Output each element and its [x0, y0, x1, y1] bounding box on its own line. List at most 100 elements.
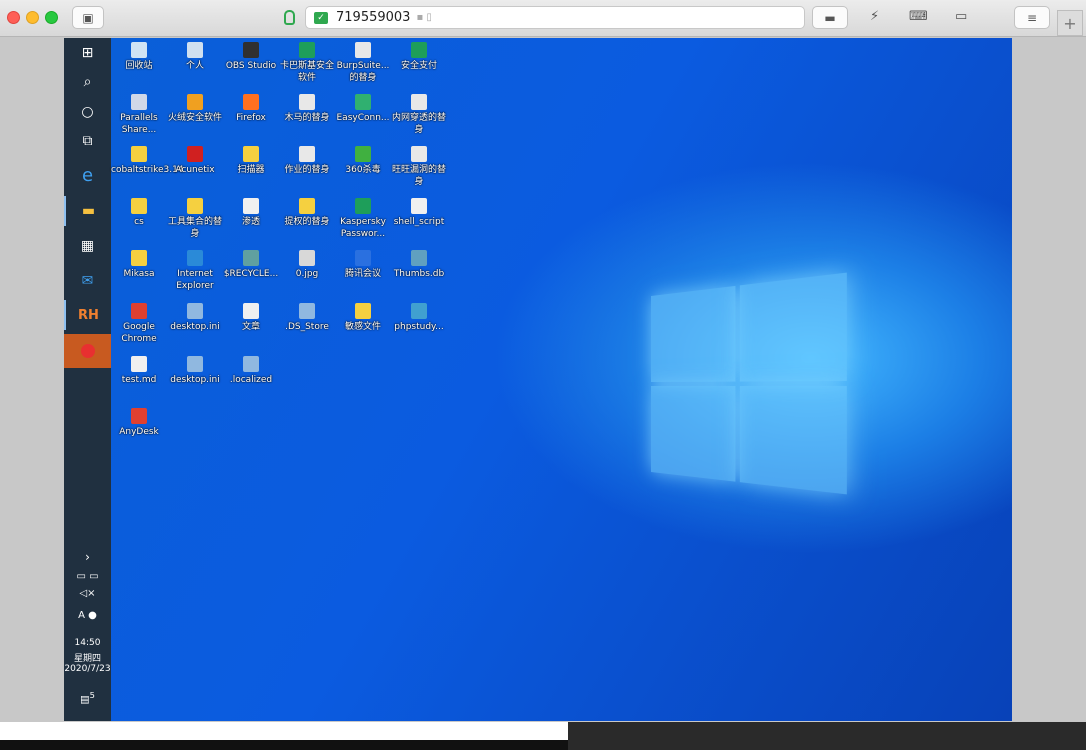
- desktop-icon-label: 360杀毒: [345, 165, 381, 175]
- desktop-icon[interactable]: desktop.ini: [167, 356, 223, 386]
- desktop-icon[interactable]: OBS Studio: [223, 42, 279, 72]
- desktop-icon-label: 木马的替身: [284, 113, 330, 123]
- clock-date[interactable]: 2020/7/23: [64, 664, 111, 674]
- desktop-icon-label: 扫描器: [237, 165, 265, 175]
- keyboard-icon[interactable]: ⌨: [909, 9, 928, 24]
- file-icon: [243, 198, 259, 214]
- desktop-icon[interactable]: AnyDesk: [111, 408, 167, 438]
- desktop-icon[interactable]: $RECYCLE...: [223, 250, 279, 280]
- file-explorer-icon[interactable]: ▬: [64, 196, 111, 226]
- desktop-icon-label: 卡巴斯基安全软件: [279, 61, 334, 83]
- address-status-icons: ▪ ▯: [416, 12, 432, 23]
- desktop-icon-label: Google Chrome: [121, 322, 157, 344]
- desktop-icon[interactable]: 作业的替身: [279, 146, 335, 176]
- desktop-icon[interactable]: 内网穿透的替身: [391, 94, 447, 136]
- desktop-icon[interactable]: .DS_Store: [279, 303, 335, 333]
- file-icon: [355, 94, 371, 110]
- desktop-icon[interactable]: 回收站: [111, 42, 167, 72]
- tray-expand-icon[interactable]: ›: [64, 550, 111, 564]
- desktop-icon[interactable]: 腾讯会议: [335, 250, 391, 280]
- file-icon: [411, 146, 427, 162]
- desktop-icon[interactable]: .localized: [223, 356, 279, 386]
- notification-count: 5: [89, 690, 95, 700]
- network-icon[interactable]: ▭ ▭: [64, 571, 111, 582]
- desktop-icon[interactable]: 扫描器: [223, 146, 279, 176]
- desktop-icon[interactable]: cs: [111, 198, 167, 228]
- desktop-icon[interactable]: Google Chrome: [111, 303, 167, 345]
- verified-icon: ✓: [314, 11, 328, 24]
- desktop-icon[interactable]: 安全支付: [391, 42, 447, 72]
- desktop-icon[interactable]: EasyConn...: [335, 94, 391, 124]
- desktop-icon[interactable]: 文章: [223, 303, 279, 333]
- terminal-header-strip: [0, 722, 568, 740]
- start-icon[interactable]: ⊞: [64, 38, 111, 68]
- mail-icon[interactable]: ✉: [64, 266, 111, 296]
- clock-weekday[interactable]: 星期四: [64, 651, 111, 664]
- file-icon: [411, 250, 427, 266]
- desktop-icon-label: 旺旺漏洞的替身: [391, 165, 446, 187]
- desktop-icon[interactable]: test.md: [111, 356, 167, 386]
- desktop-icon-label: EasyConn...: [336, 113, 390, 123]
- anydesk-taskbar-icon[interactable]: [64, 334, 111, 368]
- desktop-icon[interactable]: Kaspersky Passwor...: [335, 198, 391, 240]
- desktop-icon[interactable]: BurpSuite...的替身: [335, 42, 391, 84]
- cortana-icon[interactable]: ○: [64, 97, 111, 127]
- desktop-icon-label: 个人: [185, 61, 204, 71]
- remote-screen[interactable]: ⊞ ⌕ ○ ⧉ e ▬ ▦ ✉ RH › ▭ ▭ ◁× A ● 14:50 星期…: [64, 38, 1012, 721]
- desktop-icon[interactable]: phpstudy...: [391, 303, 447, 333]
- action-center-icon[interactable]: ▤5: [64, 690, 111, 705]
- file-icon: [243, 94, 259, 110]
- desktop-icon[interactable]: 火绒安全软件: [167, 94, 223, 124]
- contact-card-button[interactable]: ▣: [72, 6, 104, 29]
- desktop-icon-label: 工具集合的替身: [167, 217, 222, 239]
- desktop-icon[interactable]: 个人: [167, 42, 223, 72]
- desktop-icon[interactable]: Mikasa: [111, 250, 167, 280]
- edge-icon[interactable]: e: [64, 160, 111, 190]
- desktop-icon[interactable]: 360杀毒: [335, 146, 391, 176]
- desktop-icon-label: phpstudy...: [394, 322, 444, 332]
- desktop-icon[interactable]: Thumbs.db: [391, 250, 447, 280]
- file-icon: [299, 250, 315, 266]
- desktop-icon[interactable]: cobaltstrike3.14: [111, 146, 184, 176]
- address-value: 719559003: [336, 10, 411, 25]
- desktop-icon[interactable]: Internet Explorer: [167, 250, 223, 292]
- ime-indicator[interactable]: A ●: [64, 610, 111, 621]
- desktop-icon[interactable]: 敏感文件: [335, 303, 391, 333]
- file-icon: [187, 303, 203, 319]
- desktop-icon[interactable]: 木马的替身: [279, 94, 335, 124]
- desktop-icon[interactable]: Firefox: [223, 94, 279, 124]
- desktop-icon[interactable]: 卡巴斯基安全软件: [279, 42, 335, 84]
- desktop-icon[interactable]: desktop.ini: [167, 303, 223, 333]
- desktop-icon[interactable]: 0.jpg: [279, 250, 335, 280]
- lock-icon: [284, 10, 295, 25]
- desktop-icon[interactable]: 提权的替身: [279, 198, 335, 228]
- volume-muted-icon[interactable]: ◁×: [64, 588, 111, 599]
- desktop-icon[interactable]: Acunetix: [167, 146, 223, 176]
- new-tab-button[interactable]: +: [1057, 10, 1083, 36]
- task-view-icon[interactable]: ⧉: [64, 126, 111, 156]
- maximize-window-button[interactable]: [45, 11, 58, 24]
- close-window-button[interactable]: [7, 11, 20, 24]
- desktop[interactable]: 回收站 个人 OBS Studio 卡巴斯基安全软件 BurpSuite...的替身 安全…: [111, 38, 1012, 721]
- desktop-icon[interactable]: 渗透: [223, 198, 279, 228]
- clock-time[interactable]: 14:50: [64, 638, 111, 648]
- minimize-window-button[interactable]: [26, 11, 39, 24]
- actions-icon[interactable]: ⚡: [870, 9, 879, 24]
- desktop-icon[interactable]: Parallels Share...: [111, 94, 167, 136]
- file-icon: [411, 94, 427, 110]
- rh-app-icon[interactable]: RH: [64, 300, 111, 330]
- search-icon[interactable]: ⌕: [64, 67, 111, 97]
- display-icon[interactable]: ▭: [955, 9, 967, 24]
- chat-button[interactable]: ▬: [812, 6, 848, 29]
- file-icon: [187, 146, 203, 162]
- address-field[interactable]: ✓ 719559003 ▪ ▯: [305, 6, 805, 29]
- file-icon: [243, 42, 259, 58]
- desktop-icon-label: Internet Explorer: [176, 269, 214, 291]
- desktop-icon[interactable]: 工具集合的替身: [167, 198, 223, 240]
- file-icon: [131, 198, 147, 214]
- menu-button[interactable]: ≡: [1014, 6, 1050, 29]
- desktop-icon[interactable]: shell_script: [391, 198, 447, 228]
- desktop-icon[interactable]: 旺旺漏洞的替身: [391, 146, 447, 188]
- store-icon[interactable]: ▦: [64, 231, 111, 261]
- file-icon: [131, 94, 147, 110]
